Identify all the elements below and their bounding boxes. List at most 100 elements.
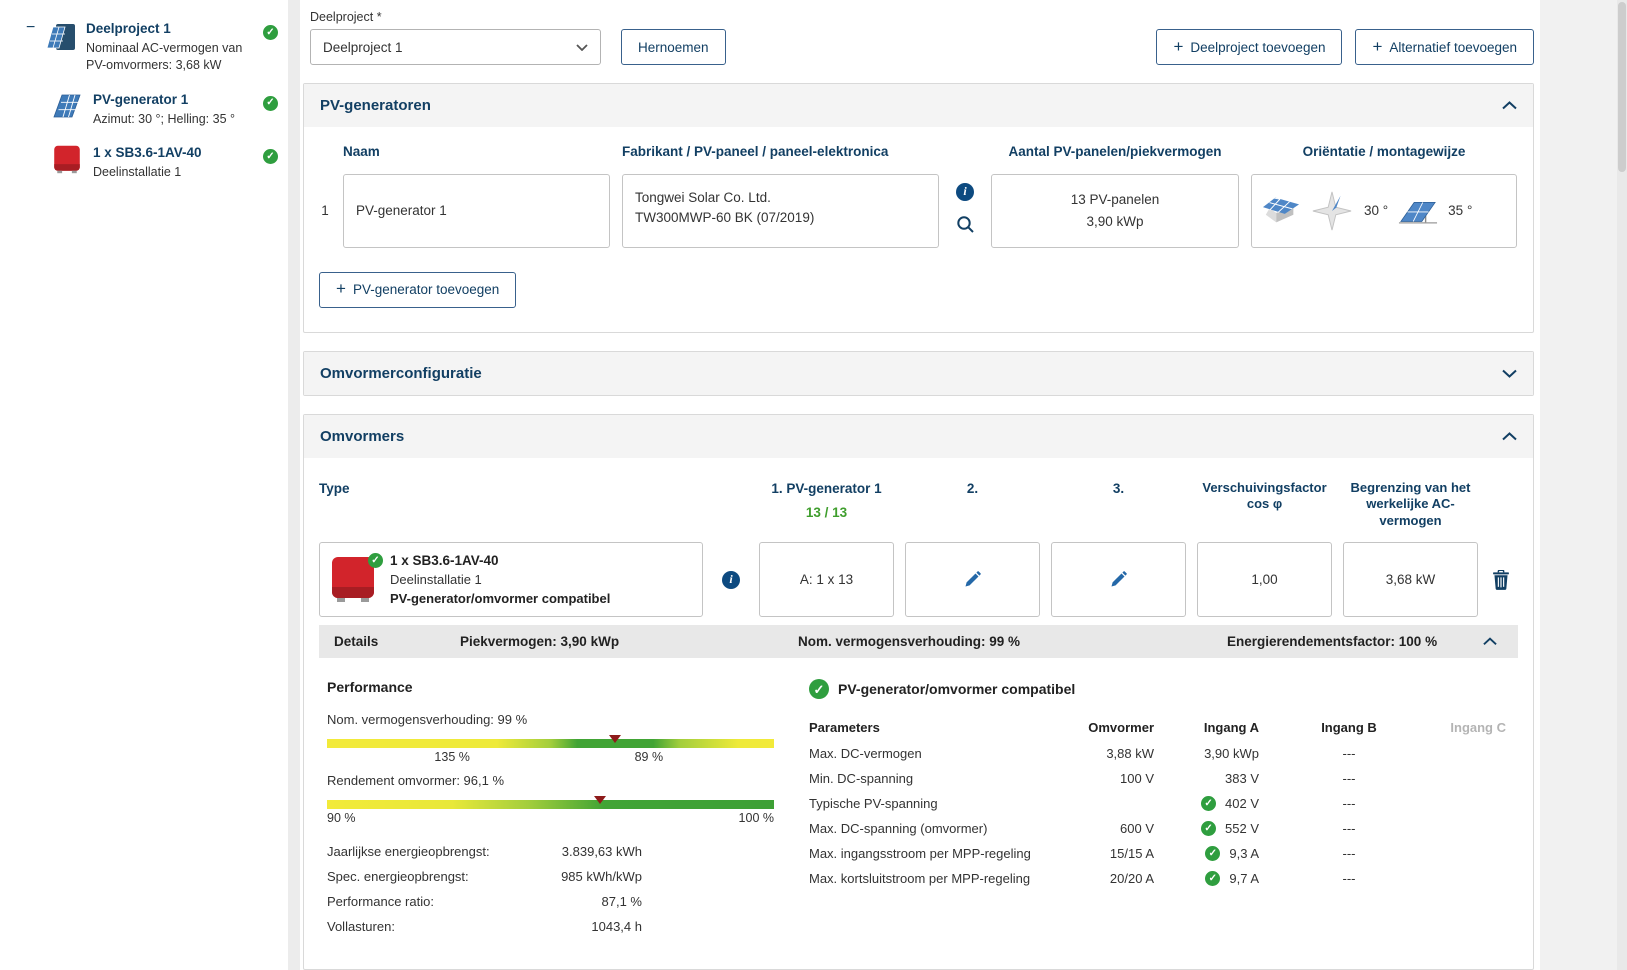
compat-row: Typische PV-spanning ✓ 402 V --- [809, 791, 1518, 816]
sidebar-item-desc: Nominaal AC-vermogen van PV-omvormers: 3… [86, 40, 244, 74]
orientation-box[interactable]: 30 ° 35 ° [1251, 174, 1517, 248]
inverter-name: 1 x SB3.6-1AV-40 [390, 551, 610, 571]
compat-row: Max. DC-vermogen 3,88 kW 3,90 kWp --- [809, 741, 1518, 766]
details-label: Details [334, 634, 460, 649]
compat-row: Min. DC-spanning 100 V 383 V --- [809, 766, 1518, 791]
sidebar-item-inverter[interactable]: 1 x SB3.6-1AV-40 Deelinstallatie 1 ✓ [0, 136, 288, 190]
compat-header-row: Parameters Omvormer Ingang A Ingang B In… [809, 714, 1518, 741]
panel-title: PV-generatoren [320, 97, 431, 114]
details-bar[interactable]: Details Piekvermogen: 3,90 kWp Nom. verm… [319, 625, 1518, 658]
inverter-sub: Deelinstallatie 1 [390, 571, 610, 590]
meter-marker [609, 735, 621, 743]
chevron-up-icon[interactable] [1502, 101, 1517, 110]
status-ok-icon: ✓ [368, 553, 383, 568]
sidebar-item-title: Deelproject 1 [86, 21, 244, 38]
column-type: Type [319, 480, 703, 498]
inverter-type-box[interactable]: ✓ 1 x SB3.6-1AV-40 Deelinstallatie 1 PV-… [319, 542, 703, 617]
add-alternative-button[interactable]: + Alternatief toevoegen [1355, 29, 1534, 65]
trash-icon[interactable] [1493, 570, 1509, 590]
row-index: 1 [321, 203, 329, 218]
check-icon: ✓ [1201, 796, 1216, 811]
pv-generator-table-header: Naam Fabrikant / PV-paneel / paneel-elek… [319, 143, 1518, 161]
panel-selection-box[interactable]: Tongwei Solar Co. Ltd. TW300MWP-60 BK (0… [622, 174, 939, 248]
sidebar-item-title: 1 x SB3.6-1AV-40 [93, 145, 251, 162]
rename-button[interactable]: Hernoemen [621, 29, 726, 65]
azimuth-compass-icon [1310, 190, 1354, 232]
omvormers-header[interactable]: Omvormers [304, 415, 1533, 458]
roof-mount-icon [1262, 195, 1300, 226]
pv-generator-row: 1 Tongwei Solar Co. Ltd. TW300MWP-60 BK … [319, 174, 1518, 248]
compatibility-title: PV-generator/omvormer compatibel [838, 681, 1075, 697]
pv-generatoren-header[interactable]: PV-generatoren [304, 84, 1533, 127]
cos-phi-box[interactable]: 1,00 [1197, 542, 1332, 617]
pv-module-icon [53, 92, 84, 120]
check-icon: ✓ [1205, 846, 1220, 861]
chevron-up-icon[interactable] [1502, 432, 1517, 441]
gen1-assignment-box[interactable]: A: 1 x 13 [759, 542, 894, 617]
project-tree-sidebar: − Deelproject 1 Nominaal AC-vermogen van… [0, 0, 288, 970]
compatibility-table: Parameters Omvormer Ingang A Ingang B In… [809, 714, 1518, 891]
inverter-status: PV-generator/omvormer compatibel [390, 590, 610, 609]
column-gen1: 1. PV-generator 1 [759, 480, 894, 498]
energy-factor-summary: Energierendementsfactor: 100 % [1227, 634, 1483, 649]
chevron-down-icon [576, 44, 588, 51]
efficiency-meter [327, 800, 774, 809]
efficiency-label: Rendement omvormer: 96,1 % [327, 773, 797, 788]
compat-row: Max. DC-spanning (omvormer) 600 V ✓ 552 … [809, 816, 1518, 841]
tilt-value: 35 ° [1448, 203, 1472, 218]
add-subproject-button[interactable]: + Deelproject toevoegen [1156, 29, 1342, 65]
main-content: Deelproject * Deelproject 1 Hernoemen + … [300, 0, 1540, 970]
sidebar-item-pv-generator[interactable]: PV-generator 1 Azimut: 30 °; Helling: 35… [0, 83, 288, 137]
sidebar-item-deelproject[interactable]: Deelproject 1 Nominaal AC-vermogen van P… [0, 12, 288, 83]
compat-row: Max. kortsluitstroom per MPP-regeling 20… [809, 866, 1518, 891]
gen2-assignment-box[interactable] [905, 542, 1040, 617]
column-orientatie: Oriëntatie / montagewijze [1251, 143, 1517, 161]
compat-row: Max. ingangsstroom per MPP-regeling 15/1… [809, 841, 1518, 866]
chevron-down-icon[interactable] [1502, 369, 1517, 378]
scrollbar-thumb[interactable] [1618, 2, 1626, 172]
sidebar-divider [288, 0, 300, 970]
inverter-icon: ✓ [330, 556, 378, 603]
panel-count-box[interactable]: 13 PV-panelen 3,90 kWp [991, 174, 1239, 248]
nom-ratio-meter [327, 739, 774, 748]
deelproject-label: Deelproject * [310, 10, 1534, 24]
deelproject-select[interactable]: Deelproject 1 [310, 29, 601, 65]
page-margin [1540, 0, 1627, 970]
omvormerconfiguratie-header[interactable]: Omvormerconfiguratie [304, 352, 1533, 395]
check-icon: ✓ [1205, 871, 1220, 886]
azimuth-value: 30 ° [1364, 203, 1388, 218]
pv-generatoren-panel: PV-generatoren Naam Fabrikant / PV-panee… [303, 83, 1534, 333]
sidebar-item-title: PV-generator 1 [93, 92, 251, 109]
inverter-row: ✓ 1 x SB3.6-1AV-40 Deelinstallatie 1 PV-… [319, 542, 1518, 617]
search-icon[interactable] [956, 215, 975, 234]
omvormers-panel: Omvormers Type 1. PV-generator 1 13 / 13… [303, 414, 1534, 970]
info-icon[interactable]: i [956, 183, 974, 201]
chevron-up-icon[interactable] [1483, 637, 1503, 646]
plus-icon: + [336, 280, 346, 297]
column-2: 2. [905, 480, 1040, 498]
deelproject-select-value: Deelproject 1 [323, 40, 403, 55]
gen1-assigned-count: 13 / 13 [759, 505, 894, 520]
ac-limit-box[interactable]: 3,68 kW [1343, 542, 1478, 617]
details-body: Performance Nom. vermogensverhouding: 99… [319, 658, 1518, 969]
gen3-assignment-box[interactable] [1051, 542, 1186, 617]
tree-collapse-toggle[interactable]: − [26, 20, 35, 36]
column-3: 3. [1051, 480, 1186, 498]
performance-stats: Jaarlijkse energieopbrengst: 3.839,63 kW… [327, 839, 797, 939]
pv-generator-name-input[interactable] [343, 174, 610, 248]
vertical-scrollbar[interactable] [1617, 0, 1627, 970]
project-icon [46, 21, 77, 54]
performance-title: Performance [327, 679, 797, 695]
check-icon: ✓ [1201, 821, 1216, 836]
pencil-icon [964, 571, 981, 588]
inverter-icon [53, 145, 84, 174]
column-naam: Naam [343, 143, 610, 161]
add-pv-generator-button[interactable]: + PV-generator toevoegen [319, 272, 516, 308]
stat-row: Vollasturen: 1043,4 h [327, 914, 797, 939]
inverter-table-header: Type 1. PV-generator 1 13 / 13 2. 3. Ver… [319, 480, 1518, 531]
info-icon[interactable]: i [722, 571, 740, 589]
sidebar-item-desc: Azimut: 30 °; Helling: 35 ° [93, 111, 251, 128]
stat-row: Jaarlijkse energieopbrengst: 3.839,63 kW… [327, 839, 797, 864]
status-ok-icon: ✓ [809, 679, 829, 699]
column-fabrikant: Fabrikant / PV-paneel / paneel-elektroni… [622, 143, 939, 161]
